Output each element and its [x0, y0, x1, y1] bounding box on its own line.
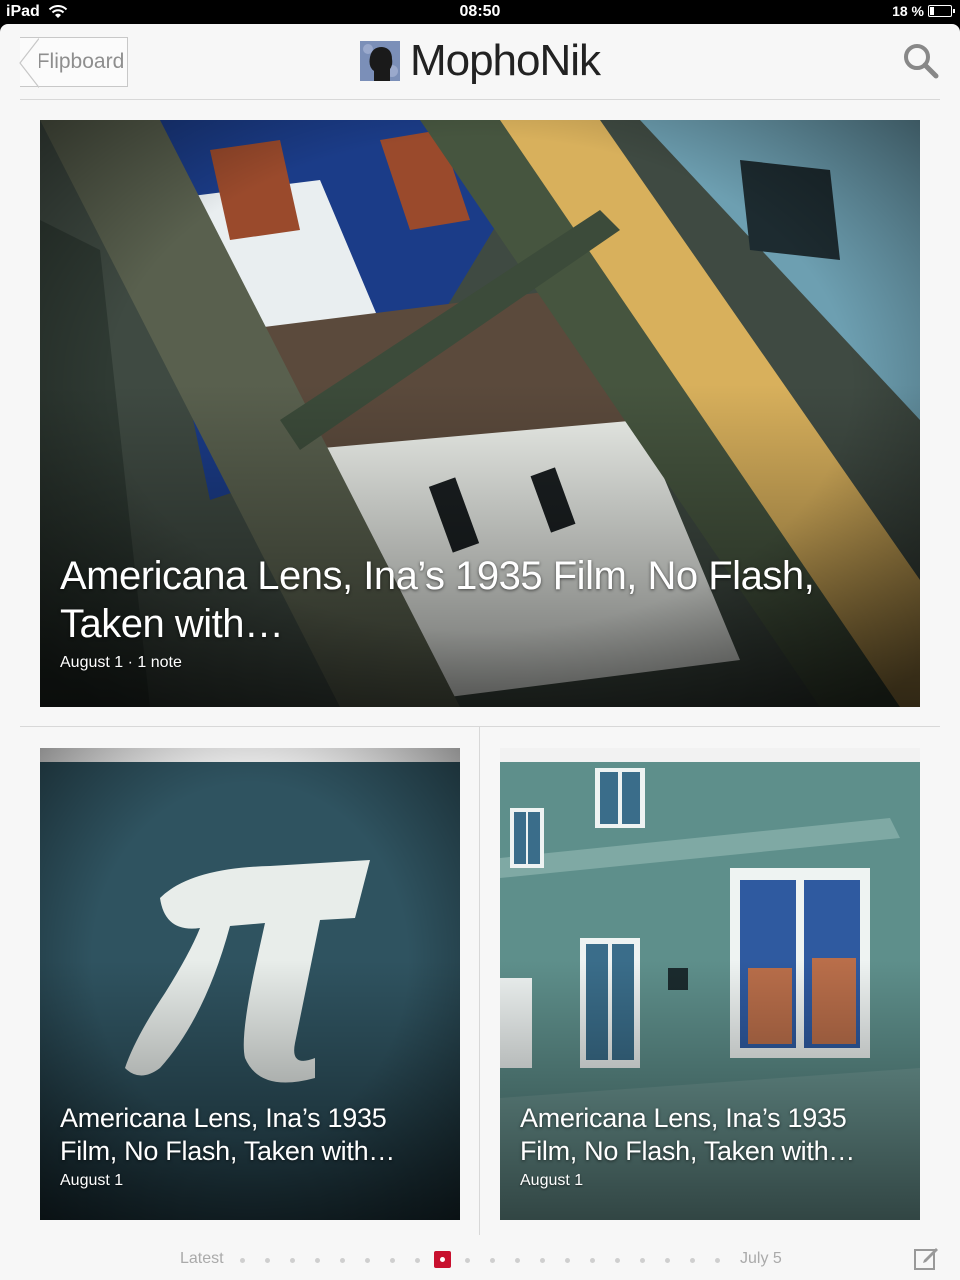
- hero-meta: August 1 · 1 note: [60, 654, 182, 671]
- pager-dot[interactable]: [684, 1252, 709, 1268]
- card-meta: August 1: [60, 1172, 124, 1189]
- status-bar: iPad 08:50 18 %: [0, 0, 960, 24]
- hero-article-card[interactable]: Americana Lens, Ina’s 1935 Film, No Flas…: [40, 120, 920, 707]
- section-divider: [20, 726, 940, 727]
- pager-dot[interactable]: [509, 1252, 534, 1268]
- header-divider: [20, 99, 940, 100]
- battery-percent: 18 %: [892, 3, 924, 19]
- pager-dot[interactable]: [284, 1252, 309, 1268]
- pager-dot[interactable]: [584, 1252, 609, 1268]
- search-button[interactable]: [902, 42, 940, 80]
- pager-start-label[interactable]: Latest: [180, 1250, 224, 1268]
- pager-dot-active[interactable]: [434, 1251, 459, 1268]
- pager-dot[interactable]: [559, 1252, 584, 1268]
- compose-button[interactable]: [912, 1244, 940, 1272]
- pager-dot[interactable]: [534, 1252, 559, 1268]
- pager-dot[interactable]: [334, 1252, 359, 1268]
- app-window: Flipboard MophoNik Americana Lens, Ina’s…: [0, 24, 960, 1280]
- pager-dot[interactable]: [384, 1252, 409, 1268]
- clock: 08:50: [459, 3, 501, 20]
- pager-dot[interactable]: [359, 1252, 384, 1268]
- pager-dot[interactable]: [409, 1252, 434, 1268]
- pager-dot[interactable]: [309, 1252, 334, 1268]
- page-indicator: Latest July 5: [0, 1246, 960, 1274]
- pager-dot[interactable]: [709, 1252, 734, 1268]
- pager-current-marker: [434, 1251, 451, 1268]
- article-card[interactable]: Americana Lens, Ina’s 1935 Film, No Flas…: [40, 748, 460, 1220]
- pager-dot[interactable]: [484, 1252, 509, 1268]
- hero-headline[interactable]: Americana Lens, Ina’s 1935 Film, No Flas…: [60, 552, 860, 648]
- pager-dot[interactable]: [234, 1252, 259, 1268]
- search-icon: [904, 44, 939, 79]
- pager-end-label[interactable]: July 5: [740, 1250, 782, 1268]
- pager-dot[interactable]: [609, 1252, 634, 1268]
- card-headline[interactable]: Americana Lens, Ina’s 1935 Film, No Flas…: [60, 1102, 440, 1168]
- avatar: [359, 41, 400, 81]
- pager-dot[interactable]: [659, 1252, 684, 1268]
- card-meta: August 1: [520, 1172, 584, 1189]
- page-title: MophoNik: [409, 36, 601, 85]
- compose-icon: [914, 1248, 938, 1270]
- battery-icon: [928, 5, 955, 17]
- column-divider: [479, 727, 480, 1235]
- pager-dot[interactable]: [259, 1252, 284, 1268]
- pager-dot[interactable]: [459, 1252, 484, 1268]
- card-headline[interactable]: Americana Lens, Ina’s 1935 Film, No Flas…: [520, 1102, 900, 1168]
- pager-dot[interactable]: [634, 1252, 659, 1268]
- pager-dots: [234, 1251, 734, 1268]
- article-card[interactable]: Americana Lens, Ina’s 1935 Film, No Flas…: [500, 748, 920, 1220]
